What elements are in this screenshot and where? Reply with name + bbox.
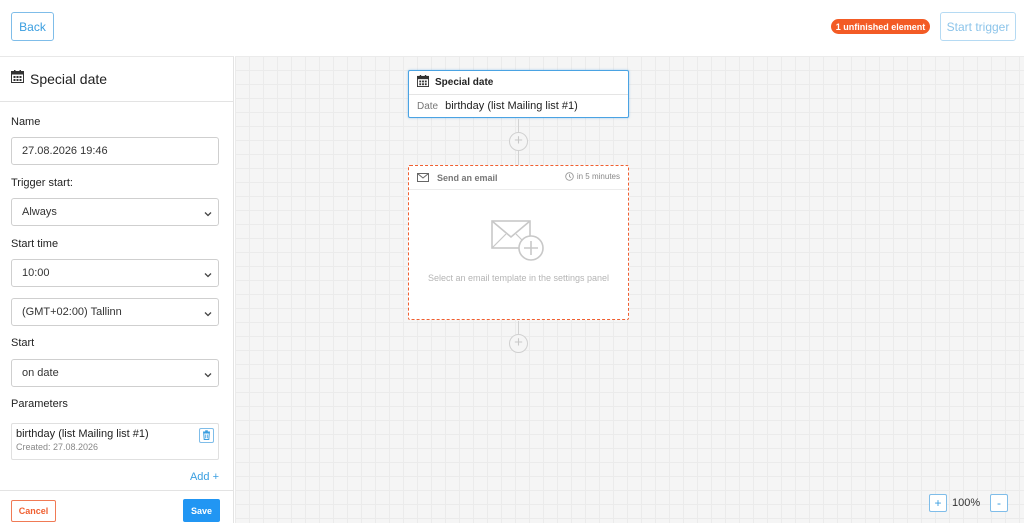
panel-title: Special date [30, 71, 108, 87]
chevron-down-icon [204, 369, 212, 381]
workflow-canvas[interactable]: Special date Date birthday (list Mailing… [235, 56, 1024, 523]
connector-line [518, 151, 519, 165]
panel-footer: Cancel Save [0, 490, 233, 523]
trigger-node-field-label: Date [417, 100, 439, 112]
chevron-down-icon [204, 269, 212, 281]
calendar-icon [417, 74, 429, 92]
top-bar: Back 1 unfinished element Start trigger [0, 0, 1024, 56]
add-step-button[interactable]: + [509, 334, 528, 353]
zoom-in-button[interactable]: + [929, 494, 947, 512]
email-hint-text: Select an email template in the settings… [427, 273, 610, 283]
calendar-icon [11, 70, 24, 88]
parameter-created: Created: 27.08.2026 [16, 442, 99, 452]
clock-icon [565, 172, 574, 181]
add-step-button[interactable]: + [509, 132, 528, 151]
panel-header: Special date [0, 57, 233, 102]
start-time-select[interactable]: 10:00 [11, 259, 219, 287]
envelope-icon [417, 169, 429, 187]
zoom-level: 100% [952, 497, 981, 509]
trigger-node-field-value: birthday (list Mailing list #1) [445, 100, 578, 112]
trash-icon [202, 427, 211, 445]
parameter-item: birthday (list Mailing list #1) Created:… [11, 423, 219, 460]
connector-line [518, 119, 519, 132]
trigger-node[interactable]: Special date Date birthday (list Mailing… [408, 70, 629, 118]
email-delay-text: in 5 minutes [576, 172, 620, 181]
trigger-node-row: Date birthday (list Mailing list #1) [409, 95, 628, 117]
delete-parameter-button[interactable] [199, 428, 214, 443]
email-placeholder-icon [491, 220, 545, 267]
start-value: on date [22, 367, 59, 379]
trigger-node-title: Special date [435, 77, 494, 88]
parameters-label: Parameters [11, 398, 68, 410]
name-value: 27.08.2026 19:46 [22, 145, 108, 157]
cancel-button[interactable]: Cancel [11, 500, 56, 522]
unfinished-badge: 1 unfinished element [831, 19, 930, 34]
chevron-down-icon [204, 208, 212, 220]
parameter-name: birthday (list Mailing list #1) [16, 428, 149, 440]
trigger-start-label: Trigger start: [11, 177, 73, 189]
connector-line [518, 321, 519, 334]
start-time-value: 10:00 [22, 267, 50, 279]
settings-panel: Special date Name 27.08.2026 19:46 Trigg… [0, 56, 234, 523]
name-label: Name [11, 116, 41, 128]
email-node[interactable]: Send an email in 5 minutes Select an ema… [408, 165, 629, 320]
email-delay: in 5 minutes [565, 172, 620, 181]
start-time-label: Start time [11, 238, 59, 250]
start-label: Start [11, 337, 35, 349]
back-button[interactable]: Back [11, 12, 54, 41]
email-node-header: Send an email in 5 minutes [409, 166, 628, 190]
timezone-select[interactable]: (GMT+02:00) Tallinn [11, 298, 219, 326]
start-select[interactable]: on date [11, 359, 219, 387]
trigger-start-select[interactable]: Always [11, 198, 219, 226]
start-trigger-button[interactable]: Start trigger [940, 12, 1016, 41]
chevron-down-icon [204, 308, 212, 320]
trigger-node-header: Special date [409, 71, 628, 95]
timezone-value: (GMT+02:00) Tallinn [22, 306, 122, 318]
add-parameter-link[interactable]: Add + [190, 471, 219, 483]
zoom-out-button[interactable]: - [990, 494, 1008, 512]
save-button[interactable]: Save [183, 499, 220, 522]
email-node-title: Send an email [437, 172, 498, 183]
trigger-start-value: Always [22, 206, 57, 218]
name-field[interactable]: 27.08.2026 19:46 [11, 137, 219, 165]
